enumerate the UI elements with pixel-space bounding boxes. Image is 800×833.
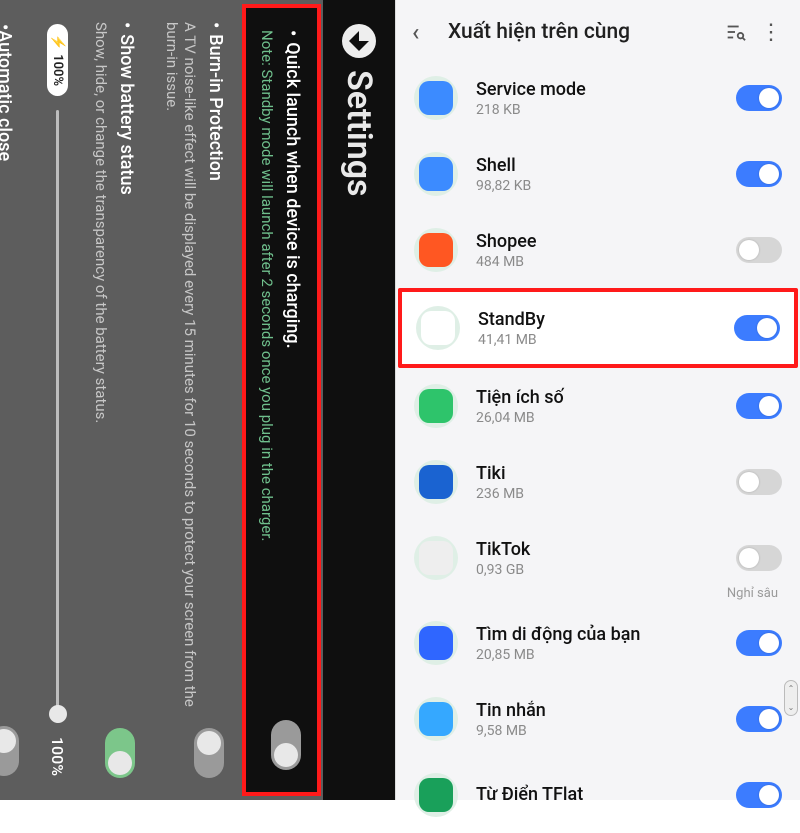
app-toggle[interactable] — [736, 161, 782, 187]
quick-launch-row[interactable]: •Quick launch when device is charging. N… — [246, 8, 317, 792]
app-row-standby[interactable]: StandBy 41,41 MB — [398, 288, 798, 368]
app-toggle[interactable] — [734, 315, 780, 341]
auto-close-row[interactable]: •Automatic close — [0, 0, 35, 800]
auto-close-title: Automatic close — [0, 30, 16, 161]
app-size: 9,58 MB — [476, 723, 718, 739]
app-row-tin-nh-n[interactable]: Tin nhắn 9,58 MB — [396, 681, 800, 757]
app-logo-icon — [342, 24, 376, 58]
app-icon — [414, 621, 458, 665]
quick-launch-note: Note: Standby mode will launch after 2 s… — [258, 30, 276, 702]
app-name: Tin nhắn — [476, 700, 718, 721]
app-row-t-m-di-ng-c-a-b-n[interactable]: Tìm di động của bạn 20,85 MB — [396, 605, 800, 681]
app-row-service-mode[interactable]: Service mode 218 KB — [396, 60, 800, 136]
battery-pill: ⚡ 100% — [47, 24, 68, 96]
back-icon[interactable]: ‹ — [412, 18, 438, 46]
app-icon — [414, 536, 458, 580]
app-list: Service mode 218 KB Shell 98,82 KB Shopee 484… — [396, 60, 800, 833]
app-size: 484 MB — [476, 254, 718, 270]
burn-in-title: Burn-in Protection — [205, 34, 226, 181]
more-icon[interactable]: ⋮ — [758, 19, 784, 45]
sleep-label: Nghỉ sâu — [396, 586, 800, 605]
app-name: Tìm di động của bạn — [476, 624, 718, 645]
settings-title: Settings — [339, 70, 379, 197]
app-icon — [414, 697, 458, 741]
app-name: StandBy — [478, 309, 716, 330]
transparency-slider[interactable] — [56, 110, 59, 723]
app-icon — [414, 384, 458, 428]
app-size: 218 KB — [476, 102, 718, 118]
battery-desc: Show, hide, or change the transparency o… — [92, 22, 110, 710]
burn-in-toggle[interactable] — [194, 728, 224, 778]
app-size: 0,93 GB — [476, 562, 718, 578]
transparency-slider-row[interactable]: ⚡ 100% 100% — [35, 0, 80, 800]
app-row-tiki[interactable]: Tiki 236 MB — [396, 444, 800, 520]
app-size: 26,04 MB — [476, 410, 718, 426]
app-icon — [414, 76, 458, 120]
battery-title: Show battery status — [116, 34, 137, 194]
app-toggle[interactable] — [736, 237, 782, 263]
app-row-t-i-n-tflat[interactable]: Từ Điển TFlat — [396, 757, 800, 833]
app-toggle[interactable] — [736, 393, 782, 419]
quick-launch-title: Quick launch when device is charging. — [282, 42, 303, 348]
app-icon — [414, 152, 458, 196]
app-toggle[interactable] — [736, 85, 782, 111]
auto-close-toggle[interactable] — [0, 726, 19, 776]
app-name: Tiện ích số — [476, 387, 718, 408]
app-size: 236 MB — [476, 486, 718, 502]
app-size: 20,85 MB — [476, 647, 718, 663]
app-name: Shell — [476, 155, 718, 176]
settings-header: Settings — [323, 0, 395, 800]
app-row-tiktok[interactable]: TikTok 0,93 GB — [396, 520, 800, 596]
app-icon — [414, 460, 458, 504]
app-name: Từ Điển TFlat — [476, 784, 718, 805]
app-size: 98,82 KB — [476, 178, 718, 194]
app-icon — [414, 228, 458, 272]
app-toggle[interactable] — [736, 782, 782, 808]
app-row-ti-n-ch-s-[interactable]: Tiện ích số 26,04 MB — [396, 368, 800, 444]
quick-launch-toggle[interactable] — [271, 720, 301, 770]
transparency-value: 100% — [48, 737, 67, 776]
app-row-shopee[interactable]: Shopee 484 MB — [396, 212, 800, 288]
battery-row[interactable]: •Show battery status Show, hide, or chan… — [80, 0, 151, 800]
burn-in-row[interactable]: •Burn-in Protection A TV noise-like effe… — [151, 0, 240, 800]
app-toggle[interactable] — [736, 630, 782, 656]
app-size: 41,41 MB — [478, 332, 716, 348]
app-name: Tiki — [476, 463, 718, 484]
burn-in-desc: A TV noise-like effect will be displayed… — [163, 22, 199, 710]
app-toggle[interactable] — [736, 545, 782, 571]
app-name: Service mode — [476, 79, 718, 100]
app-name: TikTok — [476, 539, 718, 560]
app-name: Shopee — [476, 231, 718, 252]
app-icon — [416, 306, 460, 350]
page-title: Xuất hiện trên cùng — [448, 20, 630, 44]
app-row-shell[interactable]: Shell 98,82 KB — [396, 136, 800, 212]
app-toggle[interactable] — [736, 469, 782, 495]
app-toggle[interactable] — [736, 706, 782, 732]
quick-launch-highlight: •Quick launch when device is charging. N… — [242, 4, 321, 796]
filter-search-icon[interactable] — [722, 19, 748, 45]
app-icon — [414, 773, 458, 817]
battery-toggle[interactable] — [105, 728, 135, 778]
scroll-indicator[interactable]: ⌃⌄ — [784, 680, 798, 716]
